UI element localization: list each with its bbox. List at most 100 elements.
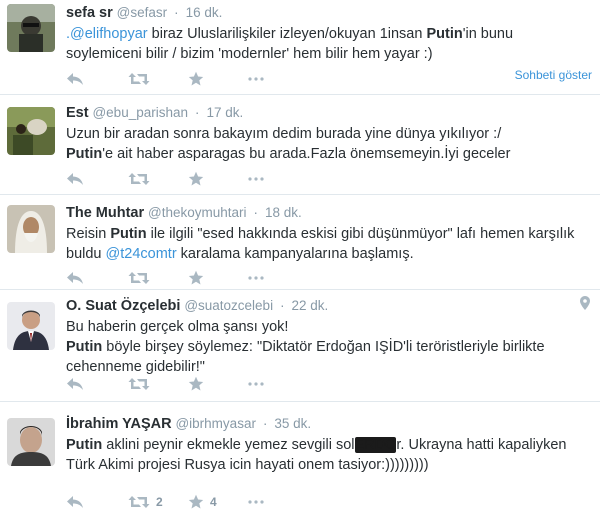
tweet-actions	[66, 69, 278, 89]
highlighted-keyword: Putin	[66, 437, 103, 453]
tweet-actions	[66, 169, 278, 189]
retweet-button[interactable]	[128, 172, 188, 186]
more-icon	[248, 276, 264, 280]
avatar[interactable]	[7, 4, 55, 52]
tweet-text: Reisin Putin ile ilgili "esed hakkında e…	[66, 224, 592, 264]
more-button[interactable]	[248, 77, 278, 81]
highlighted-keyword: Putin	[426, 26, 463, 42]
star-icon	[188, 376, 204, 391]
retweet-icon	[128, 496, 150, 508]
more-button[interactable]	[248, 500, 278, 504]
author-name[interactable]: Est	[66, 105, 89, 121]
tweet-actions: 2 4	[66, 492, 278, 512]
tweet-timestamp[interactable]: 35 dk.	[274, 416, 311, 431]
tweet[interactable]: The Muhtar @thekoymuhtari · 18 dk. Reisi…	[0, 195, 600, 290]
author-screenname[interactable]: @suatozcelebi	[184, 298, 273, 313]
tweet-text: Uzun bir aradan sonra bakayım dedim bura…	[66, 124, 592, 164]
highlighted-keyword: Putin	[110, 226, 147, 242]
more-icon	[248, 177, 264, 181]
author-name[interactable]: İbrahim YAŞAR	[66, 416, 172, 432]
tweet[interactable]: sefa sr @sefasr · 16 dk. .@elifhopyar bi…	[0, 0, 600, 95]
favorite-button[interactable]	[188, 376, 248, 392]
separator-dot: ·	[194, 104, 200, 120]
separator-dot: ·	[174, 4, 179, 20]
tweet-text-segment: Reisin	[66, 226, 111, 242]
tweet-text-segment: aklini peynir ekmekle yemez sevgili sol	[102, 437, 355, 453]
mention-link[interactable]: .@elifhopyar	[66, 26, 148, 42]
separator-dot: ·	[262, 415, 268, 431]
author-name[interactable]: sefa sr	[66, 5, 113, 21]
retweet-button[interactable]	[128, 72, 188, 86]
reply-button[interactable]	[66, 172, 128, 186]
tweet-timeline: sefa sr @sefasr · 16 dk. .@elifhopyar bi…	[0, 0, 600, 525]
favorite-count: 4	[210, 495, 217, 509]
avatar[interactable]	[7, 107, 55, 155]
more-icon	[248, 77, 264, 81]
tweet-text-segment: biraz Uluslarilişkiler izleyen/okuyan 1i…	[147, 26, 427, 42]
author-screenname[interactable]: @ibrhmyasar	[175, 416, 255, 431]
tweet-timestamp[interactable]: 17 dk.	[206, 105, 243, 120]
tweet-actions	[66, 268, 278, 288]
reply-button[interactable]	[66, 72, 128, 86]
tweet-timestamp[interactable]: 18 dk.	[265, 205, 302, 220]
tweet-text-segment: böyle birşey söylemez: "Diktatör Erdoğan…	[66, 339, 545, 375]
retweet-icon	[128, 73, 150, 85]
separator-dot: ·	[279, 297, 285, 313]
tweet-text: Putin aklini peynir ekmekle yemez sevgil…	[66, 435, 592, 475]
retweet-count: 2	[156, 495, 163, 509]
more-button[interactable]	[248, 382, 278, 386]
highlighted-keyword: Putin	[66, 146, 103, 162]
tweet-timestamp[interactable]: 22 dk.	[292, 298, 329, 313]
reply-button[interactable]	[66, 495, 128, 509]
avatar[interactable]	[7, 205, 55, 253]
retweet-button[interactable]: 2	[128, 495, 188, 509]
favorite-button[interactable]	[188, 71, 248, 87]
star-icon	[188, 71, 204, 86]
more-button[interactable]	[248, 276, 278, 280]
avatar[interactable]	[7, 302, 55, 350]
author-screenname[interactable]: @sefasr	[117, 5, 167, 20]
tweet-text: Bu haberin gerçek olma şansı yok! Putin b…	[66, 317, 592, 377]
tweet-text-segment: karalama kampanyalarına başlamış.	[176, 246, 414, 262]
author-name[interactable]: The Muhtar	[66, 205, 144, 221]
tweet-timestamp[interactable]: 16 dk.	[186, 5, 223, 20]
mention-link[interactable]: @t24comtr	[106, 246, 177, 262]
more-icon	[248, 500, 264, 504]
highlighted-keyword: Putin	[66, 339, 103, 355]
redacted-text: ERDO	[354, 437, 397, 453]
favorite-button[interactable]: 4	[188, 494, 248, 510]
favorite-button[interactable]	[188, 171, 248, 187]
star-icon	[188, 171, 204, 186]
show-conversation-link[interactable]: Sohbeti göster	[515, 68, 592, 82]
avatar[interactable]	[7, 418, 55, 466]
tweet-text-segment: Bu haberin gerçek olma şansı yok!	[66, 319, 289, 335]
retweet-icon	[128, 272, 150, 284]
more-button[interactable]	[248, 177, 278, 181]
retweet-button[interactable]	[128, 271, 188, 285]
retweet-button[interactable]	[128, 377, 188, 391]
reply-button[interactable]	[66, 271, 128, 285]
tweet-text: .@elifhopyar biraz Uluslarilişkiler izle…	[66, 24, 592, 64]
tweet-text-segment: Uzun bir aradan sonra bakayım dedim bura…	[66, 126, 502, 142]
reply-button[interactable]	[66, 377, 128, 391]
author-name[interactable]: O. Suat Özçelebi	[66, 298, 180, 314]
tweet[interactable]: O. Suat Özçelebi @suatozcelebi · 22 dk. …	[0, 290, 600, 402]
favorite-button[interactable]	[188, 270, 248, 286]
retweet-icon	[128, 173, 150, 185]
retweet-icon	[128, 378, 150, 390]
reply-icon	[67, 73, 83, 85]
tweet-text-segment: 'e ait haber asparagas bu arada.Fazla ön…	[102, 146, 511, 162]
separator-dot: ·	[253, 204, 259, 220]
location-pin-icon[interactable]	[580, 296, 590, 315]
tweet-actions	[66, 374, 278, 394]
tweet[interactable]: Est @ebu_parishan · 17 dk. Uzun bir arad…	[0, 95, 600, 195]
author-screenname[interactable]: @thekoymuhtari	[148, 205, 247, 220]
more-icon	[248, 382, 264, 386]
author-screenname[interactable]: @ebu_parishan	[92, 105, 188, 120]
star-icon	[188, 270, 204, 285]
tweet[interactable]: İbrahim YAŞAR @ibrhmyasar · 35 dk. Putin…	[0, 402, 600, 525]
star-icon	[188, 494, 204, 509]
reply-icon	[67, 378, 83, 390]
reply-icon	[67, 272, 83, 284]
reply-icon	[67, 496, 83, 508]
